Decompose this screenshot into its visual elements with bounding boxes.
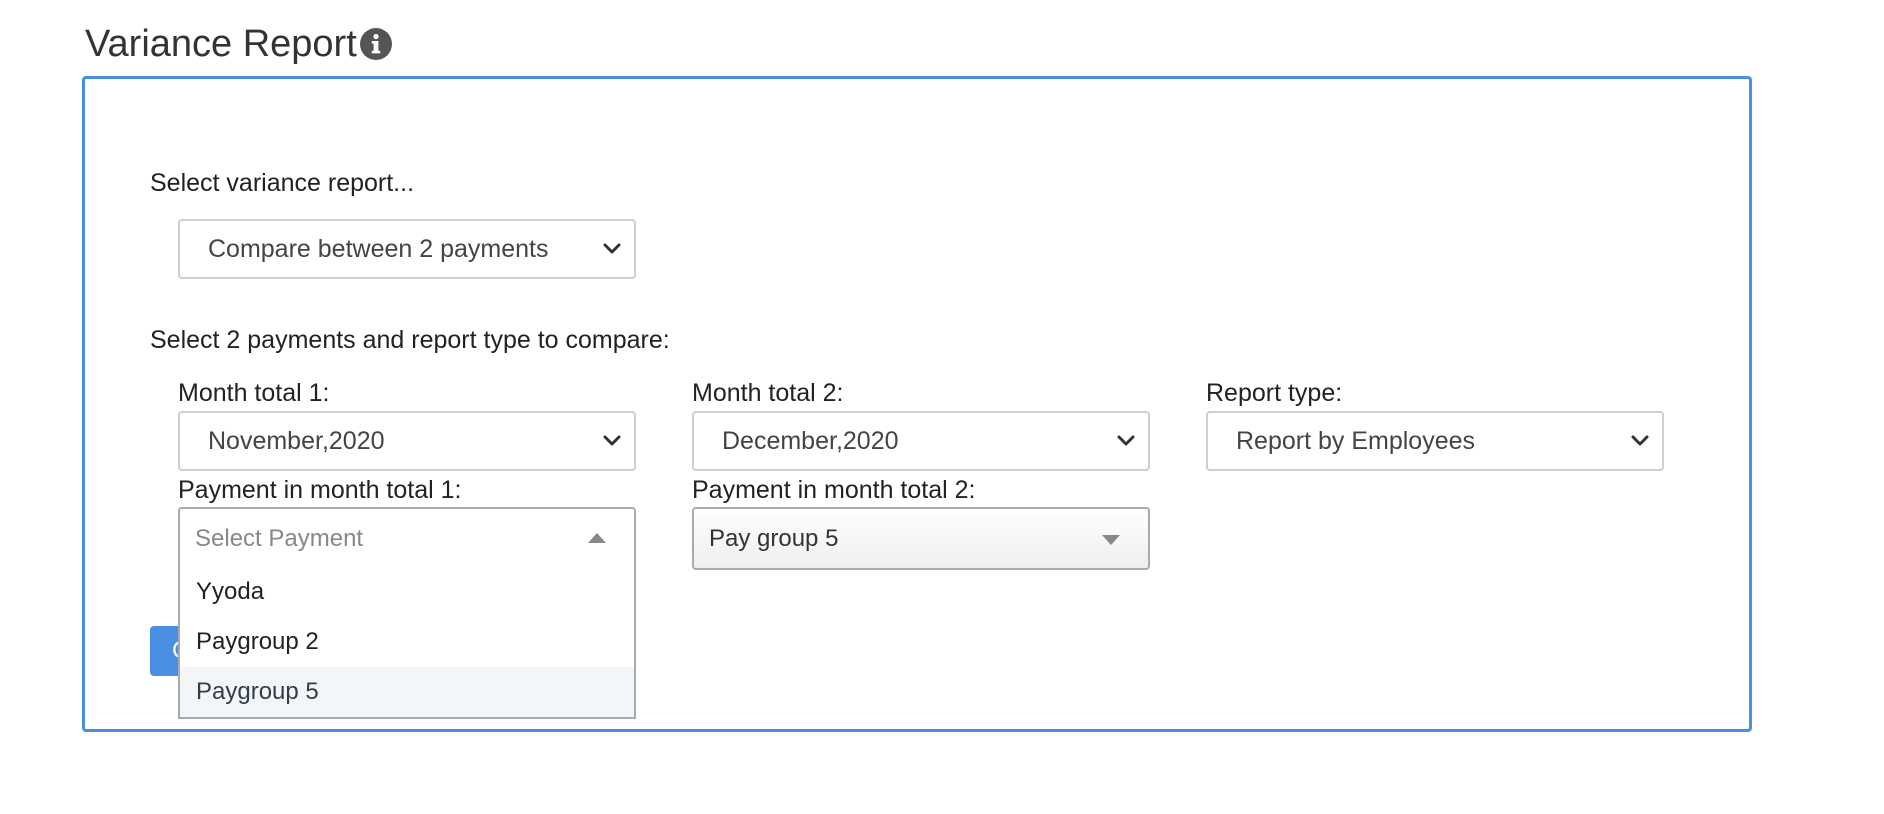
report-type-value: Report by Employees [1236,426,1476,455]
month1-label: Month total 1: [178,379,330,407]
payment1-option[interactable]: Yyoda [180,567,634,617]
chevron-down-icon [603,435,621,446]
payment1-label: Payment in month total 1: [178,476,462,504]
payment1-option-highlighted[interactable]: Paygroup 5 [180,667,634,717]
month1-select[interactable]: November,2020 [178,411,636,471]
month2-value: December,2020 [722,426,899,455]
month2-label: Month total 2: [692,379,844,407]
payment1-dropdown: Yyoda Paygroup 2 Paygroup 5 [178,567,636,719]
info-icon[interactable] [358,26,394,62]
chevron-down-icon [1117,435,1135,446]
payment2-value: Pay group 5 [709,524,839,552]
payment2-label: Payment in month total 2: [692,476,976,504]
payment1-option[interactable]: Paygroup 2 [180,617,634,667]
payment1-select[interactable]: Select Payment [178,507,636,570]
report-select-label: Select variance report... [150,169,415,197]
chevron-down-icon [1631,435,1649,446]
report-select-value: Compare between 2 payments [208,234,549,263]
report-select[interactable]: Compare between 2 payments [178,219,636,279]
compare-instructions: Select 2 payments and report type to com… [150,326,670,354]
month2-select[interactable]: December,2020 [692,411,1150,471]
chevron-down-icon [603,243,621,254]
caret-down-icon [1102,534,1120,545]
caret-up-icon [588,532,606,543]
page-title: Variance Report [85,20,394,68]
variance-report-page: Variance Report Select variance report..… [0,0,1884,814]
payment2-select[interactable]: Pay group 5 [692,507,1150,570]
report-type-select[interactable]: Report by Employees [1206,411,1664,471]
page-title-text: Variance Report [85,23,357,65]
month1-value: November,2020 [208,426,385,455]
report-type-label: Report type: [1206,379,1343,407]
payment1-placeholder: Select Payment [195,524,364,552]
